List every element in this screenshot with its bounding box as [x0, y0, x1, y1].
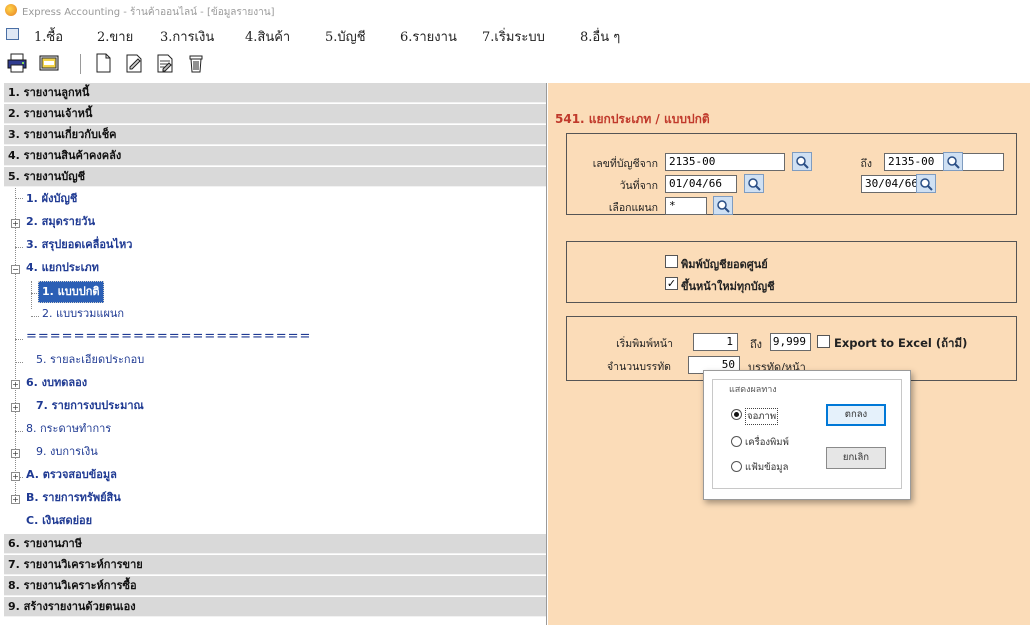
tree-item-label: 2. แบบรวมแผนก	[42, 307, 125, 320]
tree-item-journal[interactable]: 2. สมุดรายวัน	[4, 212, 546, 232]
system-menu-icon[interactable]	[6, 28, 19, 40]
tree-item-general-ledger[interactable]: 4. แยกประเภท	[4, 258, 546, 278]
tree-item-label: A. ตรวจสอบข้อมูล	[26, 468, 117, 481]
print-zero-balance-label: พิมพ์บัญชียอดศูนย์	[681, 258, 768, 271]
output-printer-radio[interactable]	[731, 436, 742, 447]
tree-item-label: 2. สมุดรายวัน	[26, 215, 95, 228]
report-title: 541. แยกประเภท / แบบปกติ	[555, 112, 710, 126]
page-to-label: ถึง	[750, 338, 763, 351]
tree-item-label: 4. แยกประเภท	[26, 261, 99, 274]
output-file-label: แฟ้มข้อมูล	[745, 462, 789, 473]
new-page-per-account-checkbox[interactable]: ✓	[665, 277, 678, 290]
ok-button[interactable]: ตกลง	[826, 404, 886, 426]
tree-category-purchase-analysis[interactable]: 8. รายงานวิเคราะห์การซื้อ	[4, 576, 546, 596]
account-from-input[interactable]: 2135-00	[665, 153, 785, 171]
new-page-per-account-label: ขึ้นหน้าใหม่ทุกบัญชี	[681, 280, 775, 293]
tree-item-movement-summary[interactable]: 3. สรุปยอดเคลื่อนไหว	[4, 235, 546, 255]
delete-icon[interactable]	[183, 51, 209, 75]
tree-item-assets[interactable]: B. รายการทรัพย์สิน	[4, 488, 546, 508]
account-from-lookup-icon[interactable]	[792, 152, 812, 171]
output-destination-dialog: แสดงผลทาง จอภาพ เครื่องพิมพ์ แฟ้มข้อมูล …	[703, 370, 911, 500]
report-options-panel: 541. แยกประเภท / แบบปกติ เลขที่บัญชีจาก …	[548, 83, 1030, 625]
tree-item-label: 1. แบบปกติ	[38, 281, 104, 303]
account-from-label: เลขที่บัญชีจาก	[592, 158, 658, 170]
tree-item-label: 9. งบการเงิน	[36, 445, 98, 458]
tree-item-worksheet[interactable]: 8. กระดาษทำการ	[4, 419, 546, 439]
menu-purchase[interactable]: 1.ซื้อ	[34, 26, 63, 47]
toolbar	[0, 46, 1030, 80]
tree-category-tax[interactable]: 6. รายงานภาษี	[4, 534, 546, 554]
tree-category-creditors[interactable]: 2. รายงานเจ้าหนี้	[4, 104, 546, 124]
department-input[interactable]: *	[665, 197, 707, 215]
tree-item-financial-statements[interactable]: 9. งบการเงิน	[4, 442, 546, 462]
list-document-icon[interactable]	[152, 51, 178, 75]
date-to-calendar-icon[interactable]	[916, 174, 936, 193]
output-printer-label: เครื่องพิมพ์	[745, 437, 789, 448]
output-screen-label: จอภาพ	[745, 408, 779, 425]
new-document-icon[interactable]	[90, 51, 116, 75]
page-start-label: เริ่มพิมพ์หน้า	[616, 338, 673, 350]
tree-item-data-check[interactable]: A. ตรวจสอบข้อมูล	[4, 465, 546, 485]
tree-item-label: 8. กระดาษทำการ	[26, 422, 112, 435]
tree-item-ledger-normal[interactable]: 1. แบบปกติ	[4, 281, 546, 303]
tree-separator: ========================	[4, 327, 546, 347]
cancel-button[interactable]: ยกเลิก	[826, 447, 886, 469]
output-destination-group: แสดงผลทาง	[712, 379, 902, 489]
tree-category-sales-analysis[interactable]: 7. รายงานวิเคราะห์การขาย	[4, 555, 546, 575]
output-destination-legend: แสดงผลทาง	[727, 382, 779, 396]
tree-item-budget[interactable]: 7. รายการงบประมาณ	[4, 396, 546, 416]
tree-item-label: 3. สรุปยอดเคลื่อนไหว	[26, 238, 133, 251]
account-to-label: ถึง	[860, 158, 872, 170]
account-to-lookup-icon[interactable]	[943, 152, 963, 171]
menu-setup[interactable]: 7.เริ่มระบบ	[482, 26, 545, 47]
output-screen-radio[interactable]	[731, 409, 742, 420]
window-title: Express Accounting - ร้านค้าออนไลน์ - [ข…	[22, 7, 275, 18]
print-options-box	[566, 241, 1017, 303]
tree-item-chart-of-accounts[interactable]: 1. ผังบัญชี	[4, 189, 546, 209]
department-label: เลือกแผนก	[608, 202, 658, 214]
tree-item-trial-balance[interactable]: 6. งบทดลอง	[4, 373, 546, 393]
title-bar: Express Accounting - ร้านค้าออนไลน์ - [ข…	[0, 0, 1030, 22]
menu-accounts[interactable]: 5.บัญชี	[325, 26, 366, 47]
export-excel-label: Export to Excel (ถ้ามี)	[834, 336, 968, 350]
tree-category-cheques[interactable]: 3. รายงานเกี่ยวกับเช็ค	[4, 125, 546, 145]
lines-per-page-label: จำนวนบรรทัด	[607, 361, 671, 373]
date-from-input[interactable]: 01/04/66	[665, 175, 737, 193]
output-file-radio[interactable]	[731, 461, 742, 472]
page-start-input[interactable]: 1	[693, 333, 738, 351]
tree-category-custom-report[interactable]: 9. สร้างรายงานด้วยตนเอง	[4, 597, 546, 617]
report-tree: 1. รายงานลูกหนี้ 2. รายงานเจ้าหนี้ 3. รา…	[4, 83, 547, 625]
menu-finance[interactable]: 3.การเงิน	[160, 26, 214, 47]
tree-item-ledger-by-department[interactable]: 2. แบบรวมแผนก	[4, 304, 546, 324]
tree-item-label: 7. รายการงบประมาณ	[36, 399, 144, 412]
tree-item-petty-cash[interactable]: C. เงินสดย่อย	[4, 511, 546, 531]
print-zero-balance-checkbox[interactable]	[665, 255, 678, 268]
tree-item-label: 6. งบทดลอง	[26, 376, 88, 389]
tree-item-supporting-details[interactable]: 5. รายละเอียดประกอบ	[4, 350, 546, 370]
date-from-calendar-icon[interactable]	[744, 174, 764, 193]
tree-item-label: 1. ผังบัญชี	[26, 192, 78, 205]
edit-document-icon[interactable]	[121, 51, 147, 75]
tree-item-label: C. เงินสดย่อย	[26, 514, 93, 527]
page-end-input[interactable]: 9,999	[770, 333, 811, 351]
tree-category-debtors[interactable]: 1. รายงานลูกหนี้	[4, 83, 546, 103]
tree-category-inventory[interactable]: 4. รายงานสินค้าคงคลัง	[4, 146, 546, 166]
toolbar-separator	[80, 54, 81, 74]
department-lookup-icon[interactable]	[713, 196, 733, 215]
preview-icon[interactable]	[36, 51, 62, 75]
export-excel-checkbox[interactable]	[817, 335, 830, 348]
menu-reports[interactable]: 6.รายงาน	[400, 26, 457, 47]
menu-others[interactable]: 8.อื่น ๆ	[580, 26, 620, 47]
menu-bar: 1.ซื้อ 2.ขาย 3.การเงิน 4.สินค้า 5.บัญชี …	[0, 22, 1030, 47]
menu-sales[interactable]: 2.ขาย	[97, 26, 133, 47]
date-from-label: วันที่จาก	[619, 180, 658, 192]
tree-item-label: ========================	[26, 329, 312, 344]
printer-icon[interactable]	[4, 51, 30, 75]
tree-category-accounts[interactable]: 5. รายงานบัญชี	[4, 167, 546, 187]
menu-inventory[interactable]: 4.สินค้า	[245, 26, 290, 47]
tree-item-label: B. รายการทรัพย์สิน	[26, 491, 121, 504]
app-icon	[5, 4, 17, 16]
tree-item-label: 5. รายละเอียดประกอบ	[36, 353, 145, 366]
